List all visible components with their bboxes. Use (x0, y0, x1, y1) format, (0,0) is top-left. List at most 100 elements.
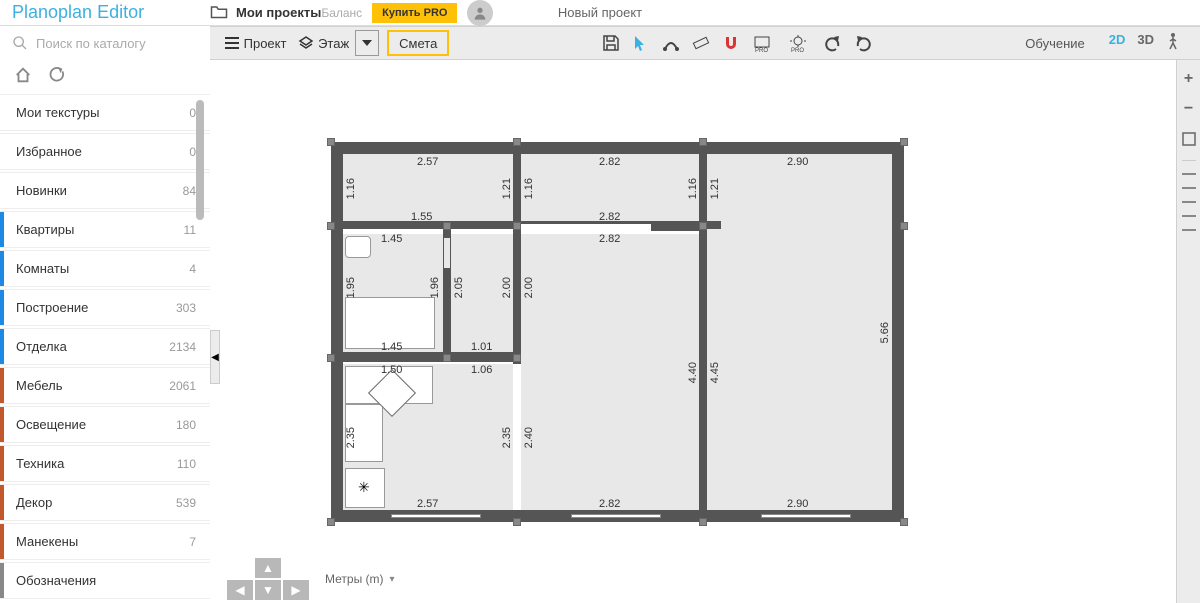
dim: 1.95 (345, 277, 357, 298)
view-tabs: 2D 3D (1109, 32, 1180, 55)
catalog-item[interactable]: Мебель2061 (0, 367, 210, 404)
catalog-item[interactable]: Декор539 (0, 484, 210, 521)
category-stripe (0, 251, 4, 286)
fit-icon[interactable] (1180, 130, 1198, 148)
dim: 2.57 (417, 156, 438, 168)
catalog-count: 2134 (169, 340, 196, 354)
units-select[interactable]: Метры (m) (325, 572, 384, 586)
catalog-label: Техника (16, 456, 177, 471)
category-stripe (0, 563, 4, 598)
sidebar-collapse[interactable]: ◀ (210, 330, 220, 384)
catalog-item[interactable]: Освещение180 (0, 406, 210, 443)
svg-text:PRO: PRO (755, 48, 768, 52)
category-stripe (0, 329, 4, 364)
zoom-out[interactable]: − (1180, 100, 1198, 118)
catalog-label: Обозначения (16, 573, 196, 588)
catalog-item[interactable]: Квартиры11 (0, 211, 210, 248)
catalog-item[interactable]: Новинки84 (0, 172, 210, 209)
walk-icon[interactable] (1166, 32, 1180, 55)
render-pro-icon[interactable]: PRO (788, 34, 812, 52)
canvas[interactable]: ✳ 2.57 2.82 2.90 1.16 1.21 1.16 1.16 1.2… (221, 60, 1176, 603)
dim: 2.82 (599, 233, 620, 245)
dim: 2.40 (523, 427, 535, 448)
catalog-item[interactable]: Обозначения (0, 562, 210, 599)
balance-label[interactable]: Баланс (321, 6, 362, 20)
layer-line[interactable] (1182, 201, 1196, 203)
catalog-item[interactable]: Манекены7 (0, 523, 210, 560)
view-2d[interactable]: 2D (1109, 32, 1126, 55)
catalog-label: Освещение (16, 417, 176, 432)
layer-line[interactable] (1182, 187, 1196, 189)
wall-icon[interactable] (662, 34, 680, 52)
layer-line[interactable] (1182, 215, 1196, 217)
dim: 2.00 (501, 277, 513, 298)
catalog-count: 0 (189, 106, 196, 120)
dim: 4.40 (687, 362, 699, 383)
buy-pro-button[interactable]: Купить PRO (372, 3, 457, 23)
sidebar-nav (0, 66, 210, 89)
dim: 1.16 (345, 178, 357, 199)
project-menu[interactable]: Проект (218, 30, 292, 56)
pan-left[interactable]: ◀ (227, 580, 253, 600)
dim: 1.16 (523, 178, 535, 199)
back-icon[interactable] (48, 66, 66, 89)
floor-menu[interactable]: Этаж (292, 30, 355, 56)
dim: 1.01 (471, 341, 492, 353)
pan-down[interactable]: ▼ (255, 580, 281, 600)
search-input[interactable]: Поиск по каталогу (0, 35, 210, 51)
pan-right[interactable]: ▶ (283, 580, 309, 600)
dim: 1.21 (709, 178, 721, 199)
catalog-label: Мебель (16, 378, 169, 393)
header-bar: Planoplan Editor Мои проекты Новый проек… (0, 0, 1200, 26)
tool-icons: PRO PRO (449, 34, 1025, 52)
layer-line[interactable] (1182, 173, 1196, 175)
estimate-button[interactable]: Смета (387, 30, 449, 56)
dim: 2.82 (599, 498, 620, 510)
catalog-item[interactable]: Техника110 (0, 445, 210, 482)
view-3d[interactable]: 3D (1137, 32, 1154, 55)
fridge[interactable]: ✳ (345, 468, 385, 508)
catalog-item[interactable]: Отделка2134 (0, 328, 210, 365)
magnet-icon[interactable] (722, 34, 740, 52)
zoom-in[interactable]: + (1180, 70, 1198, 88)
pan-up[interactable]: ▲ (255, 558, 281, 578)
category-stripe (0, 173, 4, 208)
undo-icon[interactable] (824, 34, 842, 52)
category-stripe (0, 290, 4, 325)
catalog-label: Декор (16, 495, 176, 510)
ruler-icon[interactable] (692, 34, 710, 52)
catalog-count: 2061 (169, 379, 196, 393)
folder-icon[interactable] (210, 4, 228, 22)
catalog-item[interactable]: Построение303 (0, 289, 210, 326)
category-stripe (0, 95, 4, 130)
redo-icon[interactable] (854, 34, 872, 52)
svg-text:PRO: PRO (791, 48, 804, 52)
pointer-icon[interactable] (632, 34, 650, 52)
catalog-item[interactable]: Избранное0 (0, 133, 210, 170)
save-icon[interactable] (602, 34, 620, 52)
catalog-label: Квартиры (16, 222, 184, 237)
avatar[interactable] (467, 0, 493, 26)
catalog-count: 84 (183, 184, 196, 198)
catalog-count: 303 (176, 301, 196, 315)
layer-line[interactable] (1182, 229, 1196, 231)
dim: 2.35 (345, 427, 357, 448)
catalog-item[interactable]: Мои текстуры0 (0, 94, 210, 131)
toilet[interactable] (345, 236, 371, 258)
my-projects-link[interactable]: Мои проекты (236, 5, 321, 20)
catalog-count: 180 (176, 418, 196, 432)
dim: 4.45 (709, 362, 721, 383)
camera-pro-icon[interactable]: PRO (752, 34, 776, 52)
dim: 1.96 (429, 277, 441, 298)
dim: 1.16 (687, 178, 699, 199)
chevron-down-icon: ▾ (390, 574, 395, 585)
home-icon[interactable] (14, 66, 32, 89)
catalog-label: Построение (16, 300, 176, 315)
floor-plan[interactable]: ✳ 2.57 2.82 2.90 1.16 1.21 1.16 1.16 1.2… (331, 142, 904, 522)
row2: Поиск по каталогу Проект Этаж Смета PRO … (0, 26, 1200, 60)
training-link[interactable]: Обучение (1025, 36, 1084, 51)
sidebar-scrollbar[interactable] (196, 100, 204, 220)
catalog-count: 11 (184, 223, 196, 237)
catalog-item[interactable]: Комнаты4 (0, 250, 210, 287)
floor-dropdown[interactable] (355, 30, 379, 56)
